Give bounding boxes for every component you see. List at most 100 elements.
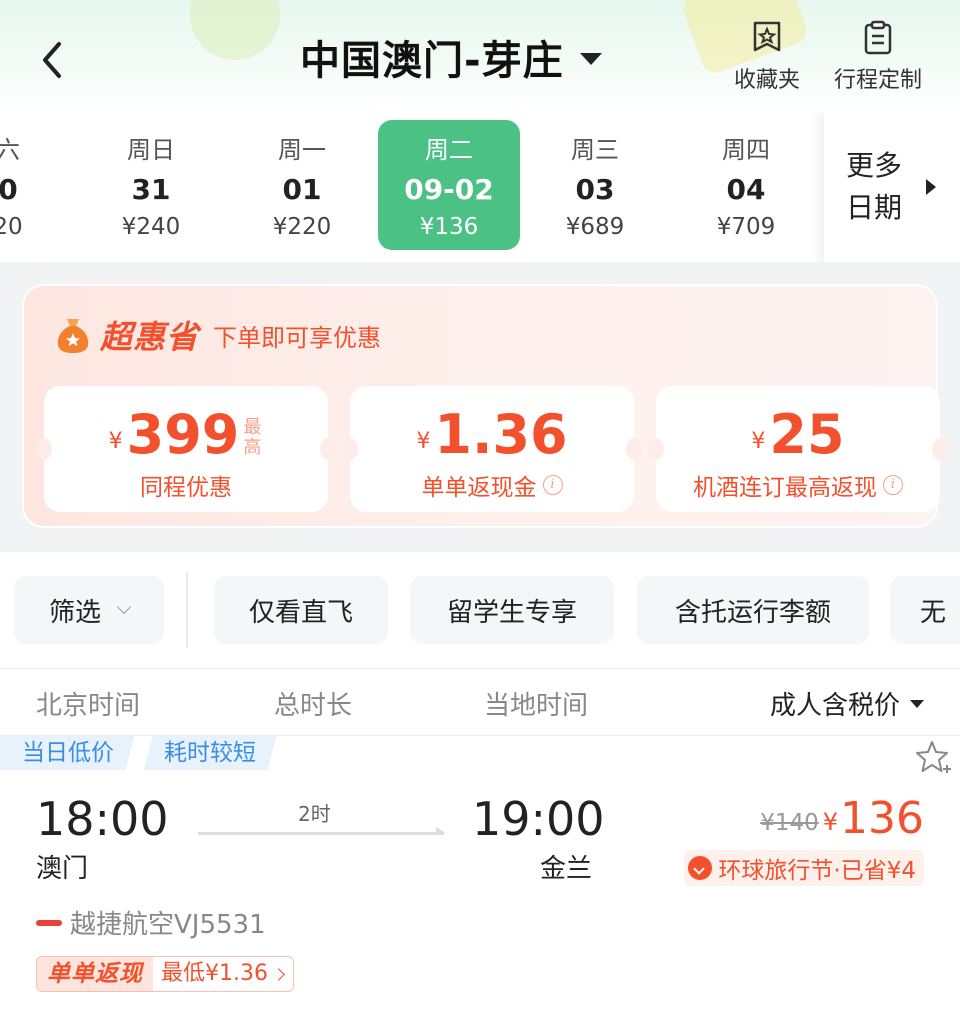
itinerary-label: 行程定制	[833, 68, 922, 93]
date-price: ¥709	[716, 214, 776, 240]
sort-label: 成人含税价	[769, 691, 900, 721]
airline-info: 越捷航空VJ5531	[36, 904, 266, 941]
date-item[interactable]: 周三 03 ¥689	[524, 120, 666, 250]
coupon-value: 399	[126, 403, 240, 466]
date-day: 04	[726, 173, 766, 206]
coupon-label-row: 同程优惠	[44, 468, 328, 502]
coupon-currency: ¥	[416, 429, 431, 454]
filter-chip-direct[interactable]: 仅看直飞	[214, 576, 388, 644]
promo-subtitle: 下单即可享优惠	[213, 323, 382, 352]
duration-arrow	[198, 827, 446, 835]
coupon-card[interactable]: ¥ 399 最高 同程优惠	[36, 386, 336, 512]
date-price: ¥220	[272, 214, 332, 240]
coupon-card[interactable]: ¥ 1.36 单单返现金 i	[342, 386, 642, 512]
coupon-amount: ¥ 25	[656, 406, 940, 464]
column-header: 北京时间 总时长 当地时间 成人含税价	[0, 668, 960, 736]
date-day: 01	[282, 173, 322, 206]
promo-header: 超惠省 下单即可享优惠	[54, 312, 381, 358]
filter-dropdown[interactable]: 筛选	[14, 576, 164, 644]
coupon-value: 25	[769, 403, 845, 466]
caret-down-icon	[579, 53, 602, 65]
airline-flight-number: 越捷航空VJ5531	[70, 910, 266, 940]
date-item[interactable]: 六 0 20	[0, 120, 79, 250]
coupon-currency: ¥	[751, 429, 766, 454]
money-bag-icon	[57, 319, 89, 353]
coupon-amount: ¥ 399 最高	[44, 406, 328, 464]
departure-city: 澳门	[36, 854, 89, 884]
date-day: 03	[575, 173, 615, 206]
discount-icon	[688, 856, 713, 880]
coupon-currency: ¥	[108, 429, 123, 454]
itinerary-button[interactable]: 行程定制	[823, 20, 933, 94]
date-weekday: 周一	[278, 136, 326, 164]
filter-label: 筛选	[48, 597, 101, 628]
arrival-city: 金兰	[540, 854, 593, 884]
coupon-value: 1.36	[434, 403, 568, 466]
chip-label: 仅看直飞	[248, 597, 353, 628]
favorites-label: 收藏夹	[733, 68, 800, 93]
tag-badge: 耗时较短	[143, 736, 277, 770]
date-price: ¥136	[419, 214, 479, 240]
col-beijing-time: 北京时间	[36, 691, 141, 721]
flight-card[interactable]: 当日低价 耗时较短 18:00 澳门 2时 19:00 金兰 ¥140 ¥ 13…	[0, 736, 960, 1009]
coupon-label: 单单返现金	[421, 475, 537, 501]
deal-label: 环球旅行节·已省¥4	[718, 858, 916, 884]
tag-badge: 当日低价	[0, 736, 135, 770]
filter-chip-baggage[interactable]: 含托运行李额	[637, 576, 869, 644]
date-selector: 六 0 20 周日 31 ¥240 周一 01 ¥220 周二 09-02 ¥1…	[0, 112, 960, 262]
info-icon[interactable]: i	[883, 475, 903, 495]
caret-down-icon	[910, 699, 924, 708]
chip-label: 含托运行李额	[674, 597, 831, 628]
cashback-badge-label: 单单返现	[37, 957, 153, 991]
chevron-right-icon	[272, 967, 285, 981]
date-weekday: 周二	[425, 136, 473, 164]
price-currency: ¥	[822, 808, 839, 836]
date-price: ¥689	[565, 214, 625, 240]
airline-logo-icon	[36, 919, 62, 926]
coupon-label-row: 机酒连订最高返现 i	[656, 468, 940, 502]
page-title: 中国澳门-芽庄	[300, 38, 564, 84]
coupon-suffix: 最高	[243, 417, 262, 458]
chip-label: 留学生专享	[446, 597, 577, 628]
col-duration: 总时长	[274, 691, 353, 721]
date-day: 31	[131, 173, 171, 206]
current-price: 136	[840, 793, 924, 844]
cashback-badge[interactable]: 单单返现 最低¥1.36	[36, 956, 294, 992]
date-weekday: 周四	[722, 136, 770, 164]
divider	[186, 572, 188, 648]
top-header: 中国澳门-芽庄 收藏夹 行程定制	[0, 0, 960, 112]
date-item-selected[interactable]: 周二 09-02 ¥136	[378, 120, 520, 250]
clipboard-icon	[864, 20, 892, 55]
coupon-card[interactable]: ¥ 25 机酒连订最高返现 i	[648, 386, 948, 512]
tag-label: 当日低价	[22, 740, 114, 766]
coupon-label-row: 单单返现金 i	[350, 468, 634, 502]
deal-badge[interactable]: 环球旅行节·已省¥4	[684, 850, 924, 886]
date-item[interactable]: 周一 01 ¥220	[231, 120, 373, 250]
flight-duration: 2时	[298, 802, 331, 826]
favorites-button[interactable]: 收藏夹	[712, 20, 822, 94]
back-arrow-icon	[43, 42, 61, 78]
date-price: ¥240	[121, 214, 181, 240]
star-add-icon[interactable]	[914, 738, 954, 778]
original-price: ¥140	[760, 810, 819, 836]
date-item[interactable]: 周日 31 ¥240	[80, 120, 222, 250]
date-weekday: 六	[0, 136, 20, 164]
back-button[interactable]	[28, 36, 76, 84]
bookmark-star-icon	[753, 21, 781, 52]
caret-right-icon	[926, 179, 936, 195]
sort-dropdown[interactable]: 成人含税价	[770, 685, 924, 722]
tag-label: 耗时较短	[164, 740, 256, 766]
filter-chip-more[interactable]: 无	[890, 576, 960, 644]
filter-chip-student[interactable]: 留学生专享	[410, 576, 614, 644]
coupon-label: 机酒连订最高返现	[693, 475, 877, 501]
cashback-text: 最低¥1.36	[161, 961, 268, 986]
date-day: 09-02	[404, 173, 494, 206]
coupon-amount: ¥ 1.36	[350, 406, 634, 464]
date-item[interactable]: 周四 04 ¥709	[675, 120, 817, 250]
more-dates-button[interactable]: 更多日期	[824, 112, 960, 262]
chip-label: 无	[920, 597, 947, 628]
route-title-dropdown[interactable]: 中国澳门-芽庄	[300, 30, 602, 84]
info-icon[interactable]: i	[542, 475, 563, 495]
date-day: 0	[0, 173, 18, 206]
date-weekday: 周日	[127, 136, 175, 164]
